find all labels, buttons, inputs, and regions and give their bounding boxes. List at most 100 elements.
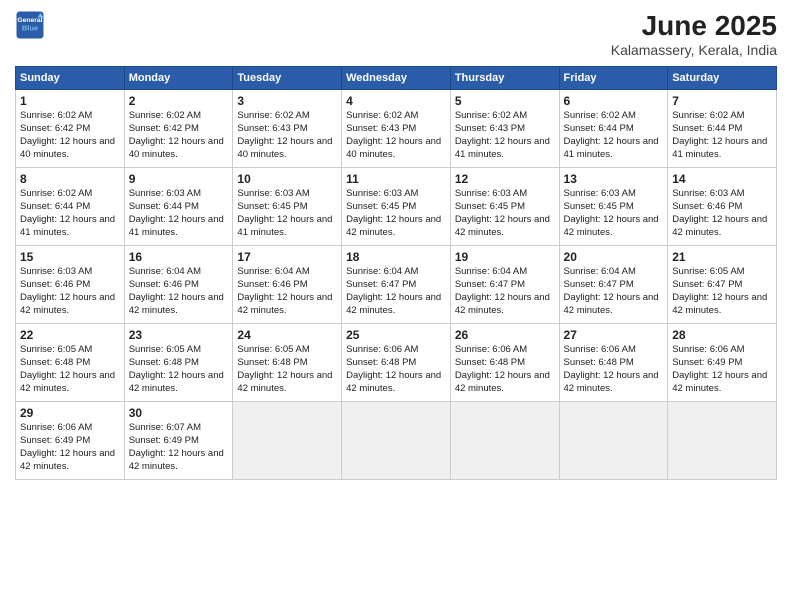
day-cell: 17 Sunrise: 6:04 AM Sunset: 6:46 PM Dayl… — [233, 246, 342, 324]
daylight-label: Daylight: 12 hours and 40 minutes. — [346, 136, 441, 160]
day-cell: 29 Sunrise: 6:06 AM Sunset: 6:49 PM Dayl… — [16, 402, 125, 480]
sunset-label: Sunset: 6:47 PM — [346, 279, 416, 290]
col-wednesday: Wednesday — [342, 67, 451, 90]
day-cell: 14 Sunrise: 6:03 AM Sunset: 6:46 PM Dayl… — [668, 168, 777, 246]
day-number: 12 — [455, 171, 555, 187]
sunrise-label: Sunrise: 6:06 AM — [672, 344, 744, 355]
day-cell: 21 Sunrise: 6:05 AM Sunset: 6:47 PM Dayl… — [668, 246, 777, 324]
day-cell: 24 Sunrise: 6:05 AM Sunset: 6:48 PM Dayl… — [233, 324, 342, 402]
sunrise-label: Sunrise: 6:05 AM — [672, 266, 744, 277]
week-row: 1 Sunrise: 6:02 AM Sunset: 6:42 PM Dayli… — [16, 90, 777, 168]
empty-cell — [559, 402, 668, 480]
sunset-label: Sunset: 6:49 PM — [129, 435, 199, 446]
col-friday: Friday — [559, 67, 668, 90]
day-cell: 27 Sunrise: 6:06 AM Sunset: 6:48 PM Dayl… — [559, 324, 668, 402]
sunset-label: Sunset: 6:46 PM — [20, 279, 90, 290]
sunset-label: Sunset: 6:43 PM — [455, 123, 525, 134]
week-row: 29 Sunrise: 6:06 AM Sunset: 6:49 PM Dayl… — [16, 402, 777, 480]
day-number: 7 — [672, 93, 772, 109]
sunset-label: Sunset: 6:45 PM — [564, 201, 634, 212]
day-number: 5 — [455, 93, 555, 109]
empty-cell — [668, 402, 777, 480]
day-number: 9 — [129, 171, 229, 187]
sunrise-label: Sunrise: 6:02 AM — [129, 110, 201, 121]
day-cell: 10 Sunrise: 6:03 AM Sunset: 6:45 PM Dayl… — [233, 168, 342, 246]
daylight-label: Daylight: 12 hours and 42 minutes. — [237, 370, 332, 394]
daylight-label: Daylight: 12 hours and 42 minutes. — [672, 292, 767, 316]
day-cell: 5 Sunrise: 6:02 AM Sunset: 6:43 PM Dayli… — [450, 90, 559, 168]
sunset-label: Sunset: 6:48 PM — [237, 357, 307, 368]
day-cell: 30 Sunrise: 6:07 AM Sunset: 6:49 PM Dayl… — [124, 402, 233, 480]
day-number: 28 — [672, 327, 772, 343]
sunrise-label: Sunrise: 6:02 AM — [455, 110, 527, 121]
day-number: 23 — [129, 327, 229, 343]
logo-icon: General Blue — [15, 10, 45, 40]
day-cell: 6 Sunrise: 6:02 AM Sunset: 6:44 PM Dayli… — [559, 90, 668, 168]
day-cell: 16 Sunrise: 6:04 AM Sunset: 6:46 PM Dayl… — [124, 246, 233, 324]
sunrise-label: Sunrise: 6:03 AM — [20, 266, 92, 277]
sunrise-label: Sunrise: 6:07 AM — [129, 422, 201, 433]
daylight-label: Daylight: 12 hours and 41 minutes. — [237, 214, 332, 238]
month-title: June 2025 — [611, 10, 777, 42]
daylight-label: Daylight: 12 hours and 40 minutes. — [20, 136, 115, 160]
sunrise-label: Sunrise: 6:04 AM — [129, 266, 201, 277]
daylight-label: Daylight: 12 hours and 42 minutes. — [455, 292, 550, 316]
daylight-label: Daylight: 12 hours and 42 minutes. — [564, 370, 659, 394]
day-cell: 8 Sunrise: 6:02 AM Sunset: 6:44 PM Dayli… — [16, 168, 125, 246]
day-cell: 28 Sunrise: 6:06 AM Sunset: 6:49 PM Dayl… — [668, 324, 777, 402]
sunset-label: Sunset: 6:45 PM — [455, 201, 525, 212]
daylight-label: Daylight: 12 hours and 40 minutes. — [129, 136, 224, 160]
week-row: 22 Sunrise: 6:05 AM Sunset: 6:48 PM Dayl… — [16, 324, 777, 402]
day-cell: 7 Sunrise: 6:02 AM Sunset: 6:44 PM Dayli… — [668, 90, 777, 168]
day-number: 26 — [455, 327, 555, 343]
sunrise-label: Sunrise: 6:02 AM — [564, 110, 636, 121]
day-cell: 25 Sunrise: 6:06 AM Sunset: 6:48 PM Dayl… — [342, 324, 451, 402]
sunrise-label: Sunrise: 6:04 AM — [346, 266, 418, 277]
day-number: 17 — [237, 249, 337, 265]
day-number: 15 — [20, 249, 120, 265]
day-number: 10 — [237, 171, 337, 187]
sunset-label: Sunset: 6:47 PM — [455, 279, 525, 290]
day-cell: 19 Sunrise: 6:04 AM Sunset: 6:47 PM Dayl… — [450, 246, 559, 324]
sunset-label: Sunset: 6:47 PM — [564, 279, 634, 290]
daylight-label: Daylight: 12 hours and 42 minutes. — [20, 292, 115, 316]
calendar-page: General Blue June 2025 Kalamassery, Kera… — [0, 0, 792, 612]
sunset-label: Sunset: 6:48 PM — [129, 357, 199, 368]
day-number: 6 — [564, 93, 664, 109]
day-number: 1 — [20, 93, 120, 109]
daylight-label: Daylight: 12 hours and 42 minutes. — [564, 292, 659, 316]
col-saturday: Saturday — [668, 67, 777, 90]
sunrise-label: Sunrise: 6:02 AM — [237, 110, 309, 121]
sunset-label: Sunset: 6:45 PM — [346, 201, 416, 212]
col-tuesday: Tuesday — [233, 67, 342, 90]
sunset-label: Sunset: 6:43 PM — [346, 123, 416, 134]
sunset-label: Sunset: 6:46 PM — [672, 201, 742, 212]
empty-cell — [342, 402, 451, 480]
daylight-label: Daylight: 12 hours and 42 minutes. — [346, 292, 441, 316]
sunset-label: Sunset: 6:43 PM — [237, 123, 307, 134]
day-number: 20 — [564, 249, 664, 265]
sunrise-label: Sunrise: 6:05 AM — [237, 344, 309, 355]
day-number: 11 — [346, 171, 446, 187]
daylight-label: Daylight: 12 hours and 42 minutes. — [129, 448, 224, 472]
daylight-label: Daylight: 12 hours and 40 minutes. — [237, 136, 332, 160]
day-number: 27 — [564, 327, 664, 343]
sunrise-label: Sunrise: 6:04 AM — [564, 266, 636, 277]
sunrise-label: Sunrise: 6:03 AM — [346, 188, 418, 199]
sunset-label: Sunset: 6:46 PM — [129, 279, 199, 290]
week-row: 15 Sunrise: 6:03 AM Sunset: 6:46 PM Dayl… — [16, 246, 777, 324]
day-number: 13 — [564, 171, 664, 187]
daylight-label: Daylight: 12 hours and 42 minutes. — [129, 370, 224, 394]
daylight-label: Daylight: 12 hours and 42 minutes. — [129, 292, 224, 316]
sunrise-label: Sunrise: 6:06 AM — [455, 344, 527, 355]
sunrise-label: Sunrise: 6:04 AM — [455, 266, 527, 277]
daylight-label: Daylight: 12 hours and 42 minutes. — [455, 214, 550, 238]
sunrise-label: Sunrise: 6:05 AM — [20, 344, 92, 355]
daylight-label: Daylight: 12 hours and 41 minutes. — [20, 214, 115, 238]
sunrise-label: Sunrise: 6:03 AM — [455, 188, 527, 199]
sunrise-label: Sunrise: 6:03 AM — [129, 188, 201, 199]
daylight-label: Daylight: 12 hours and 42 minutes. — [346, 370, 441, 394]
day-cell: 22 Sunrise: 6:05 AM Sunset: 6:48 PM Dayl… — [16, 324, 125, 402]
title-block: June 2025 Kalamassery, Kerala, India — [611, 10, 777, 58]
sunset-label: Sunset: 6:44 PM — [672, 123, 742, 134]
